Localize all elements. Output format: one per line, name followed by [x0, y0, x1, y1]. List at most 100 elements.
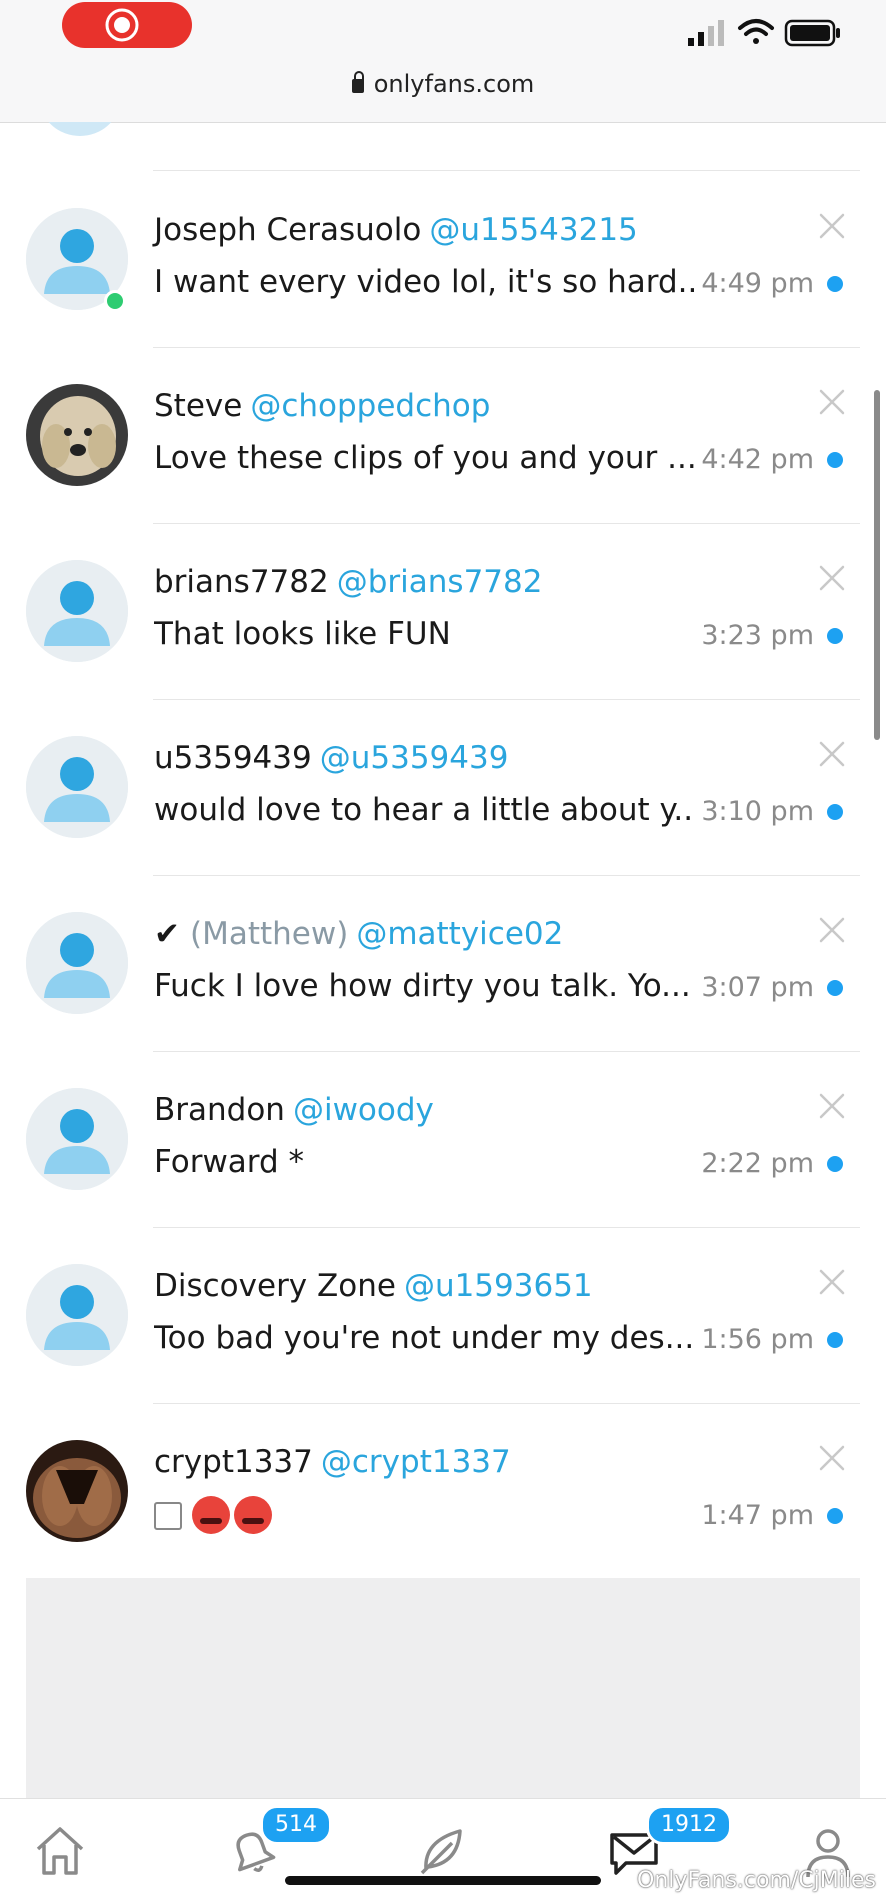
- close-icon[interactable]: [818, 388, 846, 416]
- photo-avatar: [26, 1440, 128, 1542]
- nav-notifications[interactable]: 514: [220, 1805, 332, 1881]
- battery-icon: [784, 19, 840, 47]
- avatar[interactable]: [26, 912, 128, 1014]
- message-list-item[interactable]: crypt1337 @crypt1337 1:47 pm: [0, 1404, 886, 1580]
- online-status-dot: [104, 290, 126, 312]
- unread-dot: [827, 276, 843, 292]
- record-icon: [105, 8, 139, 42]
- sender-line[interactable]: crypt1337 @crypt1337: [154, 1444, 511, 1480]
- home-indicator[interactable]: [285, 1876, 601, 1885]
- unread-dot: [827, 1156, 843, 1172]
- unread-dot: [827, 1508, 843, 1524]
- message-list-item[interactable]: brians7782 @brians7782 That looks like FUN…: [0, 524, 886, 700]
- message-time: 1:47 pm: [701, 1500, 814, 1531]
- message-list-item[interactable]: Brandon @iwoody Forward * 2:22 pm: [0, 1052, 886, 1228]
- message-preview: I want every video lol, it's so hard...: [154, 264, 694, 300]
- sender-handle[interactable]: @u15543215: [429, 212, 637, 248]
- url-text: onlyfans.com: [373, 70, 535, 98]
- scroll-indicator: [874, 390, 880, 740]
- message-time: 2:22 pm: [701, 1148, 814, 1179]
- watermark: OnlyFans.com/CjMiles: [637, 1868, 876, 1893]
- close-icon[interactable]: [818, 740, 846, 768]
- avatar[interactable]: [26, 384, 128, 486]
- sender-line[interactable]: u5359439 @u5359439: [154, 740, 508, 776]
- nav-create-post[interactable]: [412, 1821, 472, 1881]
- close-icon[interactable]: [818, 1092, 846, 1120]
- loading-placeholder: [26, 1578, 860, 1798]
- sender-name: Brandon: [154, 1092, 285, 1128]
- message-time: 4:49 pm: [701, 268, 814, 299]
- dog-photo-avatar: [26, 384, 128, 486]
- message-list-item[interactable]: Discovery Zone @u1593651 Too bad you're no…: [0, 1228, 886, 1404]
- sender-name: u5359439: [154, 740, 312, 776]
- default-avatar-icon: [26, 560, 128, 662]
- sender-line[interactable]: Discovery Zone @u1593651: [154, 1268, 593, 1304]
- close-icon[interactable]: [818, 1444, 846, 1472]
- screen-recording-indicator[interactable]: [62, 2, 192, 48]
- message-preview: would love to hear a little about y...: [154, 792, 694, 828]
- close-icon[interactable]: [818, 1268, 846, 1296]
- sender-handle[interactable]: @u5359439: [320, 740, 509, 776]
- message-preview: Fuck I love how dirty you talk. Yo...: [154, 968, 694, 1004]
- message-preview-text: I want every video lol, it's so hard...: [154, 264, 694, 300]
- feather-icon: [420, 1829, 462, 1875]
- bottom-navigation: 514 1912 OnlyFans.com/CjMiles: [0, 1798, 886, 1901]
- message-preview-text: would love to hear a little about y...: [154, 792, 694, 828]
- message-preview: Too bad you're not under my des...: [154, 1320, 694, 1356]
- message-list-item[interactable]: Steve @choppedchop Love these clips of you…: [0, 348, 886, 524]
- sender-name: Steve: [154, 388, 243, 424]
- sender-handle[interactable]: @brians7782: [337, 564, 543, 600]
- sender-handle[interactable]: @choppedchop: [250, 388, 490, 424]
- avatar[interactable]: [26, 736, 128, 838]
- sender-name: brians7782: [154, 564, 329, 600]
- message-time: 3:07 pm: [701, 972, 814, 1003]
- image-icon: [154, 1502, 182, 1530]
- sender-handle[interactable]: @crypt1337: [321, 1444, 511, 1480]
- unread-dot: [827, 628, 843, 644]
- avatar[interactable]: [26, 1088, 128, 1190]
- message-preview: Love these clips of you and your ...: [154, 440, 694, 476]
- sender-line[interactable]: Steve @choppedchop: [154, 388, 490, 424]
- home-icon: [36, 1827, 84, 1875]
- default-avatar-icon: [26, 736, 128, 838]
- sender-line[interactable]: ✔ (Matthew) @mattyice02: [154, 916, 563, 952]
- nav-home[interactable]: [30, 1821, 90, 1881]
- sender-handle[interactable]: @u1593651: [404, 1268, 593, 1304]
- sender-handle[interactable]: @mattyice02: [356, 916, 563, 952]
- message-list-item[interactable]: u5359439 @u5359439 would love to hear a li…: [0, 700, 886, 876]
- signal-icon: [688, 20, 724, 46]
- check-icon: ✔: [154, 916, 180, 952]
- sender-line[interactable]: brians7782 @brians7782: [154, 564, 542, 600]
- sender-name: Discovery Zone: [154, 1268, 396, 1304]
- message-preview-text: Love these clips of you and your ...: [154, 440, 694, 476]
- message-preview-text: Too bad you're not under my des...: [154, 1320, 694, 1356]
- message-list-item[interactable]: ✔ (Matthew) @mattyice02 Fuck I love how dir…: [0, 876, 886, 1052]
- unread-dot: [827, 980, 843, 996]
- avatar[interactable]: [26, 560, 128, 662]
- sender-line[interactable]: Brandon @iwoody: [154, 1092, 434, 1128]
- message-time: 4:42 pm: [701, 444, 814, 475]
- sender-name: crypt1337: [154, 1444, 313, 1480]
- message-preview-text: Fuck I love how dirty you talk. Yo...: [154, 968, 691, 1004]
- browser-address-bar[interactable]: onlyfans.com: [0, 60, 886, 123]
- close-icon[interactable]: [818, 212, 846, 240]
- message-preview-text: That looks like FUN: [154, 616, 451, 652]
- message-list-item[interactable]: Joseph Cerasuolo @u15543215 I want every v…: [0, 172, 886, 348]
- avatar[interactable]: [26, 1440, 128, 1542]
- hot-face-emoji-icon: [234, 1496, 272, 1534]
- messages-badge: 1912: [646, 1805, 732, 1845]
- wifi-icon: [738, 19, 774, 44]
- close-icon[interactable]: [818, 916, 846, 944]
- notifications-badge: 514: [260, 1805, 332, 1845]
- close-icon[interactable]: [818, 564, 846, 592]
- row-divider: [153, 170, 860, 171]
- list-item-partial: [0, 122, 886, 172]
- avatar[interactable]: [26, 1264, 128, 1366]
- unread-dot: [827, 1332, 843, 1348]
- default-avatar-icon: [26, 1264, 128, 1366]
- sender-handle[interactable]: @iwoody: [293, 1092, 434, 1128]
- status-bar: [0, 0, 886, 60]
- hot-face-emoji-icon: [192, 1496, 230, 1534]
- sender-line[interactable]: Joseph Cerasuolo @u15543215: [154, 212, 638, 248]
- message-time: 3:10 pm: [701, 796, 814, 827]
